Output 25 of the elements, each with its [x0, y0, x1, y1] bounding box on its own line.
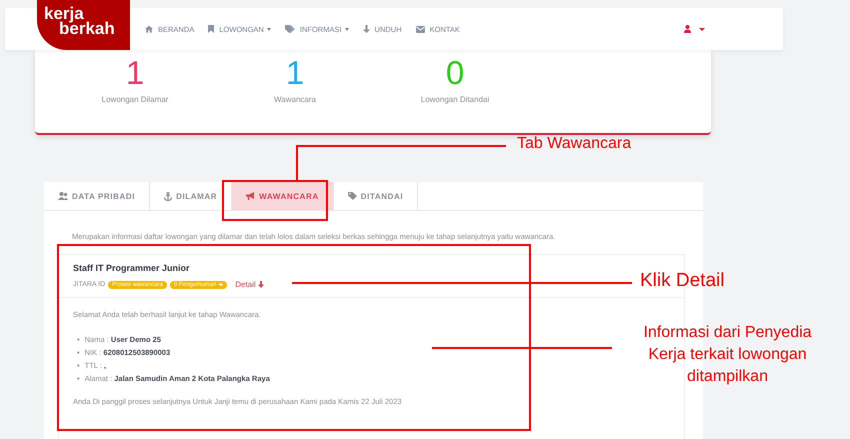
- home-icon: [145, 25, 153, 33]
- bookmark-icon: [208, 25, 214, 33]
- stat-label: Lowongan Dilamar: [102, 95, 168, 104]
- stat-label: Lowongan Ditandai: [420, 95, 490, 104]
- tag-icon: [348, 192, 357, 200]
- arrow-down-icon: [362, 25, 370, 33]
- stat-value: 0: [446, 56, 464, 90]
- envelope-icon: [416, 26, 425, 32]
- stat-label: Wawancara: [274, 95, 316, 104]
- arrow-down-icon: [258, 281, 264, 288]
- annotation-text: Tab Wawancara: [517, 135, 632, 153]
- tab[interactable]: WAWANCARA: [232, 182, 334, 210]
- bullhorn-icon: [246, 192, 256, 200]
- users-icon: [58, 192, 68, 200]
- logo[interactable]: kerja berkah: [37, 0, 130, 50]
- detail-link[interactable]: Detail: [235, 280, 264, 289]
- job-title: Staff IT Programmer Junior: [73, 263, 191, 273]
- user-menu[interactable]: [684, 25, 705, 33]
- stat-value: 1: [126, 56, 144, 90]
- tags-icon: [284, 25, 295, 33]
- stat-value: 1: [286, 56, 304, 90]
- user-icon: [684, 25, 691, 33]
- annotation-text: Informasi dari Penyedia Kerja terkait lowongan ditampilkan: [642, 323, 813, 387]
- anchor-icon: [164, 192, 172, 200]
- annotation-text: Klik Detail: [640, 270, 724, 292]
